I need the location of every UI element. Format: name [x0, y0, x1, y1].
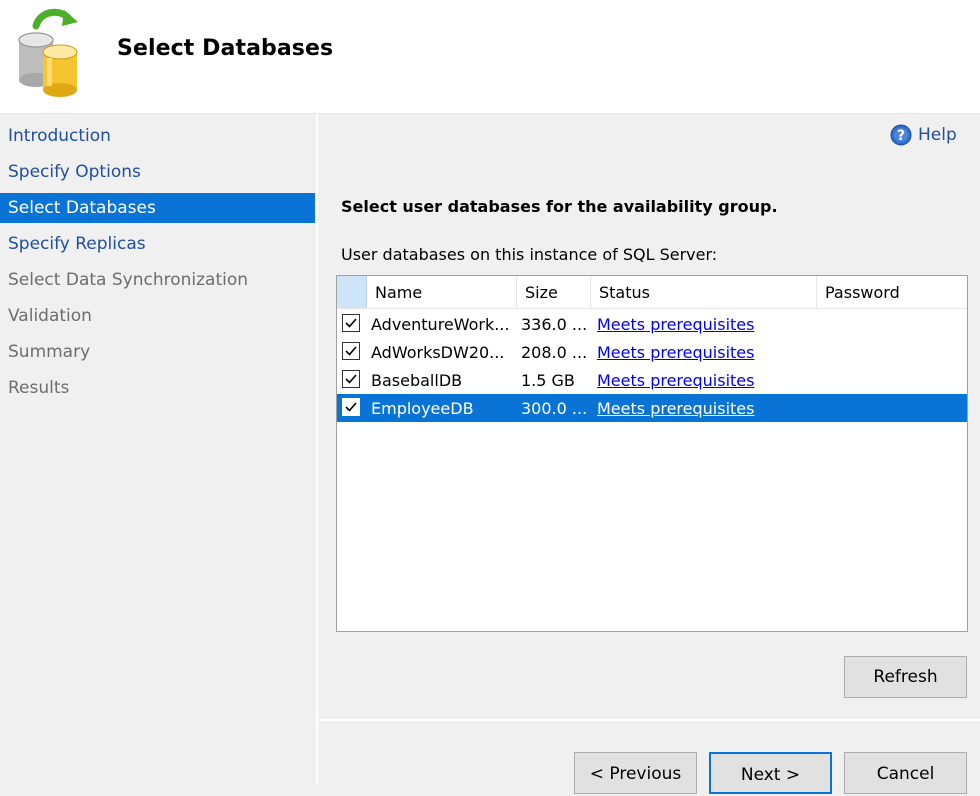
grid-header: Name Size Status Password [337, 276, 967, 309]
database-size: 300.0 ... [521, 399, 587, 418]
row-checkbox[interactable] [342, 370, 360, 388]
password-cell[interactable] [821, 338, 961, 366]
password-cell[interactable] [821, 310, 961, 338]
sidebar-item-results: Results [8, 378, 70, 398]
column-header-status[interactable]: Status [591, 276, 817, 308]
checkmark-icon [345, 402, 357, 412]
password-cell[interactable] [821, 366, 961, 394]
sidebar-item-summary: Summary [8, 342, 91, 362]
checkmark-icon [345, 318, 357, 328]
instruction-text: Select user databases for the availabili… [341, 197, 778, 216]
checkmark-icon [345, 346, 357, 356]
databases-list-label: User databases on this instance of SQL S… [341, 245, 718, 264]
status-link[interactable]: Meets prerequisites [597, 366, 812, 394]
password-cell[interactable] [821, 394, 961, 422]
table-row-selected[interactable]: EmployeeDB 300.0 ... Meets prerequisites [337, 394, 967, 422]
database-size: 1.5 GB [521, 371, 575, 390]
page-title: Select Databases [117, 36, 334, 61]
sidebar-item-select-databases[interactable]: Select Databases [0, 193, 315, 223]
database-size: 336.0 ... [521, 315, 587, 334]
table-row[interactable]: BaseballDB 1.5 GB Meets prerequisites [337, 366, 967, 394]
select-all-header[interactable] [337, 276, 367, 308]
status-link[interactable]: Meets prerequisites [597, 310, 812, 338]
status-link[interactable]: Meets prerequisites [597, 394, 812, 422]
row-checkbox[interactable] [342, 314, 360, 332]
status-link[interactable]: Meets prerequisites [597, 338, 812, 366]
header-divider [0, 113, 980, 114]
column-header-password[interactable]: Password [817, 276, 967, 308]
database-sync-icon [18, 8, 78, 97]
checkmark-icon [345, 374, 357, 384]
help-icon: ? [890, 124, 912, 146]
database-name: AdWorksDW20... [371, 343, 505, 362]
help-label: Help [918, 125, 957, 145]
footer-divider [318, 719, 980, 721]
sidebar-item-introduction[interactable]: Introduction [0, 121, 315, 151]
wizard-header: Select Databases [0, 0, 980, 113]
refresh-button[interactable]: Refresh [844, 656, 967, 698]
svg-text:?: ? [897, 128, 905, 144]
help-link[interactable]: ? Help [890, 122, 957, 148]
previous-button[interactable]: < Previous [574, 752, 697, 794]
database-name: BaseballDB [371, 371, 463, 390]
sidebar-divider [316, 114, 318, 783]
sidebar-item-specify-replicas[interactable]: Specify Replicas [0, 229, 315, 259]
database-size: 208.0 ... [521, 343, 587, 362]
sidebar-item-specify-options[interactable]: Specify Options [0, 157, 315, 187]
databases-grid: Name Size Status Password AdventureWork.… [336, 275, 968, 632]
database-name: EmployeeDB [371, 399, 474, 418]
column-header-size[interactable]: Size [517, 276, 591, 308]
database-name: AdventureWork... [371, 315, 510, 334]
sidebar-item-validation: Validation [8, 306, 92, 326]
sidebar-item-select-data-synchronization: Select Data Synchronization [8, 270, 249, 290]
table-row[interactable]: AdventureWork... 336.0 ... Meets prerequ… [337, 310, 967, 338]
row-checkbox[interactable] [342, 342, 360, 360]
table-row[interactable]: AdWorksDW20... 208.0 ... Meets prerequis… [337, 338, 967, 366]
cancel-button[interactable]: Cancel [844, 752, 967, 794]
row-checkbox[interactable] [342, 398, 360, 416]
column-header-name[interactable]: Name [367, 276, 517, 308]
next-button[interactable]: Next > [709, 752, 832, 794]
wizard-steps-sidebar: Introduction Specify Options Select Data… [0, 118, 316, 783]
